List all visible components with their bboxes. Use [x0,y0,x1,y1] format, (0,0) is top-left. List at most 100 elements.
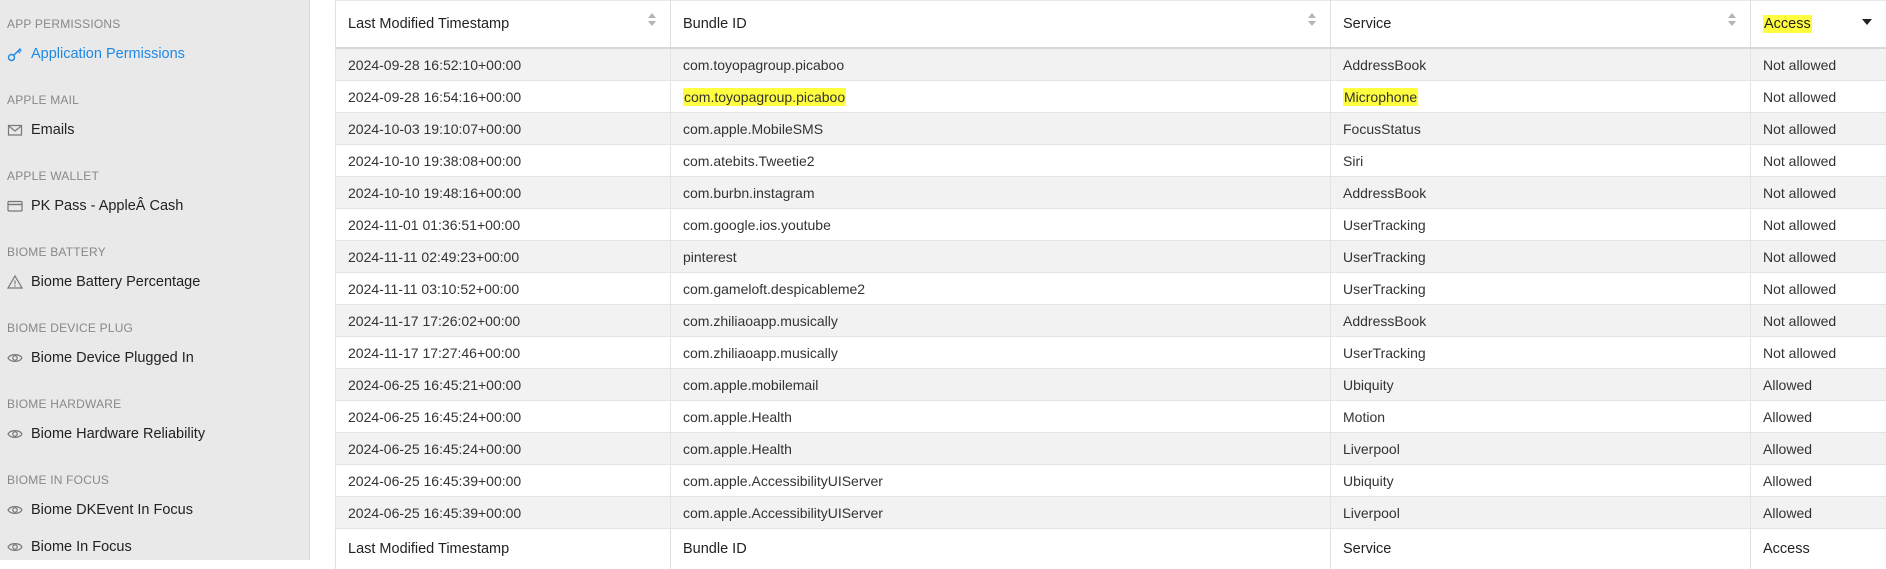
column-header-label: Bundle ID [683,16,747,32]
table-cell: 2024-06-25 16:45:39+00:00 [336,465,671,497]
cell-text: Not allowed [1763,217,1836,233]
sidebar-item[interactable]: PK Pass - AppleÂ Cash [7,194,183,218]
sidebar-item[interactable]: Emails [7,118,75,142]
table-cell: Allowed [1751,401,1886,433]
table-row[interactable]: 2024-06-25 16:45:39+00:00com.apple.Acces… [336,465,1886,497]
table-cell: 2024-11-17 17:26:02+00:00 [336,305,671,337]
sort-icon[interactable] [648,13,656,27]
cell-text: Not allowed [1763,121,1836,137]
table-cell: Ubiquity [1331,465,1751,497]
column-header-timestamp[interactable]: Last Modified Timestamp [336,1,671,49]
table-cell: com.google.ios.youtube [671,209,1331,241]
sidebar-section: APPLE WALLETPK Pass - AppleÂ Cash [0,152,309,228]
cell-text: com.toyopagroup.picaboo [683,57,844,73]
cell-text: Not allowed [1763,89,1836,105]
table-row[interactable]: 2024-09-28 16:54:16+00:00com.toyopagroup… [336,81,1886,113]
table-cell: Not allowed [1751,209,1886,241]
table-row[interactable]: 2024-11-11 03:10:52+00:00com.gameloft.de… [336,273,1886,305]
cell-text: com.zhiliaoapp.musically [683,313,838,329]
cell-text: com.burbn.instagram [683,185,815,201]
footer-header-timestamp: Last Modified Timestamp [336,529,671,569]
table-cell: 2024-06-25 16:45:24+00:00 [336,433,671,465]
table-cell: com.gameloft.despicableme2 [671,273,1331,305]
table-cell: UserTracking [1331,337,1751,369]
table-row[interactable]: 2024-11-01 01:36:51+00:00com.google.ios.… [336,209,1886,241]
table-cell: FocusStatus [1331,113,1751,145]
cell-text: 2024-11-17 17:26:02+00:00 [348,313,520,329]
sort-icon[interactable] [1308,13,1316,27]
cell-text: 2024-10-10 19:48:16+00:00 [348,185,521,201]
cell-text: pinterest [683,249,737,265]
table-cell: com.burbn.instagram [671,177,1331,209]
table-cell: Allowed [1751,369,1886,401]
table-cell: AddressBook [1331,305,1751,337]
column-header-bundle-id[interactable]: Bundle ID [671,1,1331,49]
sidebar-item[interactable]: Biome Device Plugged In [7,346,194,370]
cell-text: Liverpool [1343,505,1400,521]
sidebar-item[interactable]: Biome In Focus [7,535,132,559]
table-cell: 2024-06-25 16:45:21+00:00 [336,369,671,401]
cell-text: Allowed [1763,505,1812,521]
table-cell: 2024-11-01 01:36:51+00:00 [336,209,671,241]
table-row[interactable]: 2024-09-28 16:52:10+00:00 com.toyopagroup… [336,48,1886,81]
table-cell: AddressBook [1331,48,1751,81]
table-cell: UserTracking [1331,209,1751,241]
table-cell: UserTracking [1331,241,1751,273]
cell-text: Ubiquity [1343,377,1394,393]
table-cell: Liverpool [1331,433,1751,465]
table-cell: com.apple.Health [671,433,1331,465]
table-cell: AddressBook [1331,177,1751,209]
mail-icon [7,122,23,138]
table-row[interactable]: 2024-11-17 17:27:46+00:00com.zhiliaoapp.… [336,337,1886,369]
table-row[interactable]: 2024-10-10 19:38:08+00:00 com.atebits.Twe… [336,145,1886,177]
cell-text: Not allowed [1763,249,1836,265]
column-header-access[interactable]: Access [1751,1,1886,49]
cell-text: 2024-11-11 02:49:23+00:00 [348,249,519,265]
sort-descending-icon[interactable] [1862,19,1872,25]
table-cell: Not allowed [1751,241,1886,273]
cell-text: com.atebits.Tweetie2 [683,153,815,169]
table-cell: com.apple.MobileSMS [671,113,1331,145]
cell-text: Liverpool [1343,441,1400,457]
cell-text: Allowed [1763,409,1812,425]
sidebar-item[interactable]: Biome Hardware Reliability [7,422,205,446]
table-row[interactable]: 2024-06-25 16:45:39+00:00com.apple.Acces… [336,497,1886,529]
column-header-service[interactable]: Service [1331,1,1751,49]
table-row[interactable]: 2024-10-03 19:10:07+00:00com.apple.Mobil… [336,113,1886,145]
cell-text: 2024-11-17 17:27:46+00:00 [348,345,520,361]
table-cell: Allowed [1751,433,1886,465]
table-cell: com.apple.Health [671,401,1331,433]
cell-text: com.apple.mobilemail [683,377,818,393]
sidebar-section-title: BIOME BATTERY [7,245,106,259]
table-row[interactable]: 2024-10-10 19:48:16+00:00 com.burbn.insta… [336,177,1886,209]
table-cell: com.apple.AccessibilityUIServer [671,465,1331,497]
table-row[interactable]: 2024-06-25 16:45:21+00:00 com.apple.mobil… [336,369,1886,401]
sidebar-item[interactable]: Biome DKEvent In Focus [7,498,193,522]
cell-text: UserTracking [1343,281,1426,297]
cell-text: Not allowed [1763,281,1836,297]
table-row[interactable]: 2024-06-25 16:45:24+00:00com.apple.Healt… [336,433,1886,465]
sidebar-item-label: PK Pass - AppleÂ Cash [31,198,183,214]
eye-icon [7,539,23,555]
table-cell: Ubiquity [1331,369,1751,401]
table-cell: Motion [1331,401,1751,433]
table-row[interactable]: 2024-06-25 16:45:24+00:00 com.apple.Healt… [336,401,1886,433]
cell-text: Not allowed [1763,153,1836,169]
main-content: Last Modified Timestamp Bundle ID Servic… [335,0,1886,560]
sort-icon[interactable] [1728,13,1736,27]
sidebar-item-label: Biome DKEvent In Focus [31,502,193,518]
cell-text: 2024-06-25 16:45:24+00:00 [348,409,521,425]
table-row[interactable]: 2024-11-11 02:49:23+00:00 pinterest UserTr… [336,241,1886,273]
table-cell: 2024-10-10 19:48:16+00:00 [336,177,671,209]
sidebar-section: BIOME IN FOCUSBiome DKEvent In Focus [0,456,309,532]
table-row[interactable]: 2024-11-17 17:26:02+00:00 com.zhiliaoapp.… [336,305,1886,337]
footer-header-bundle-id: Bundle ID [671,529,1331,569]
card-icon [7,198,23,214]
sidebar-item[interactable]: Application Permissions [7,42,185,66]
column-header-label: Access [1763,15,1812,33]
column-header-label: Service [1343,16,1391,32]
sidebar-item[interactable]: Biome Battery Percentage [7,270,200,294]
cell-text: UserTracking [1343,249,1426,265]
cell-text: 2024-10-10 19:38:08+00:00 [348,153,521,169]
cell-text: 2024-09-28 16:52:10+00:00 [348,57,521,73]
